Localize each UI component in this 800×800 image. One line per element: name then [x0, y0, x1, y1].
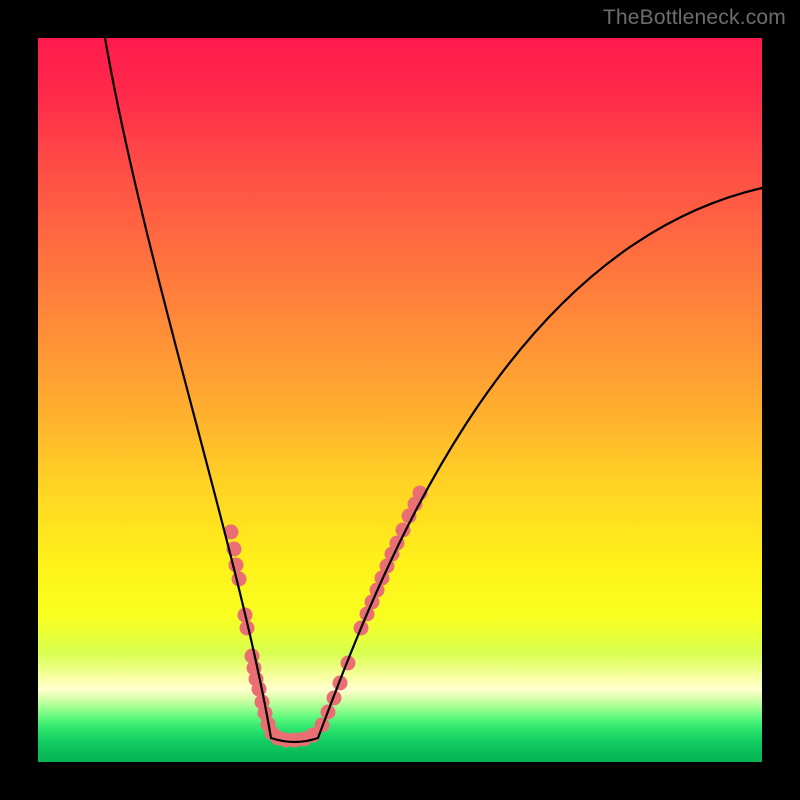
watermark-text: TheBottleneck.com [603, 6, 786, 30]
curve-svg [38, 38, 762, 762]
chart-frame: TheBottleneck.com [0, 0, 800, 800]
plot-area [38, 38, 762, 762]
data-marker [252, 682, 267, 697]
data-marker [232, 572, 247, 587]
bottleneck-curve [105, 38, 762, 742]
marker-layer [224, 486, 428, 748]
